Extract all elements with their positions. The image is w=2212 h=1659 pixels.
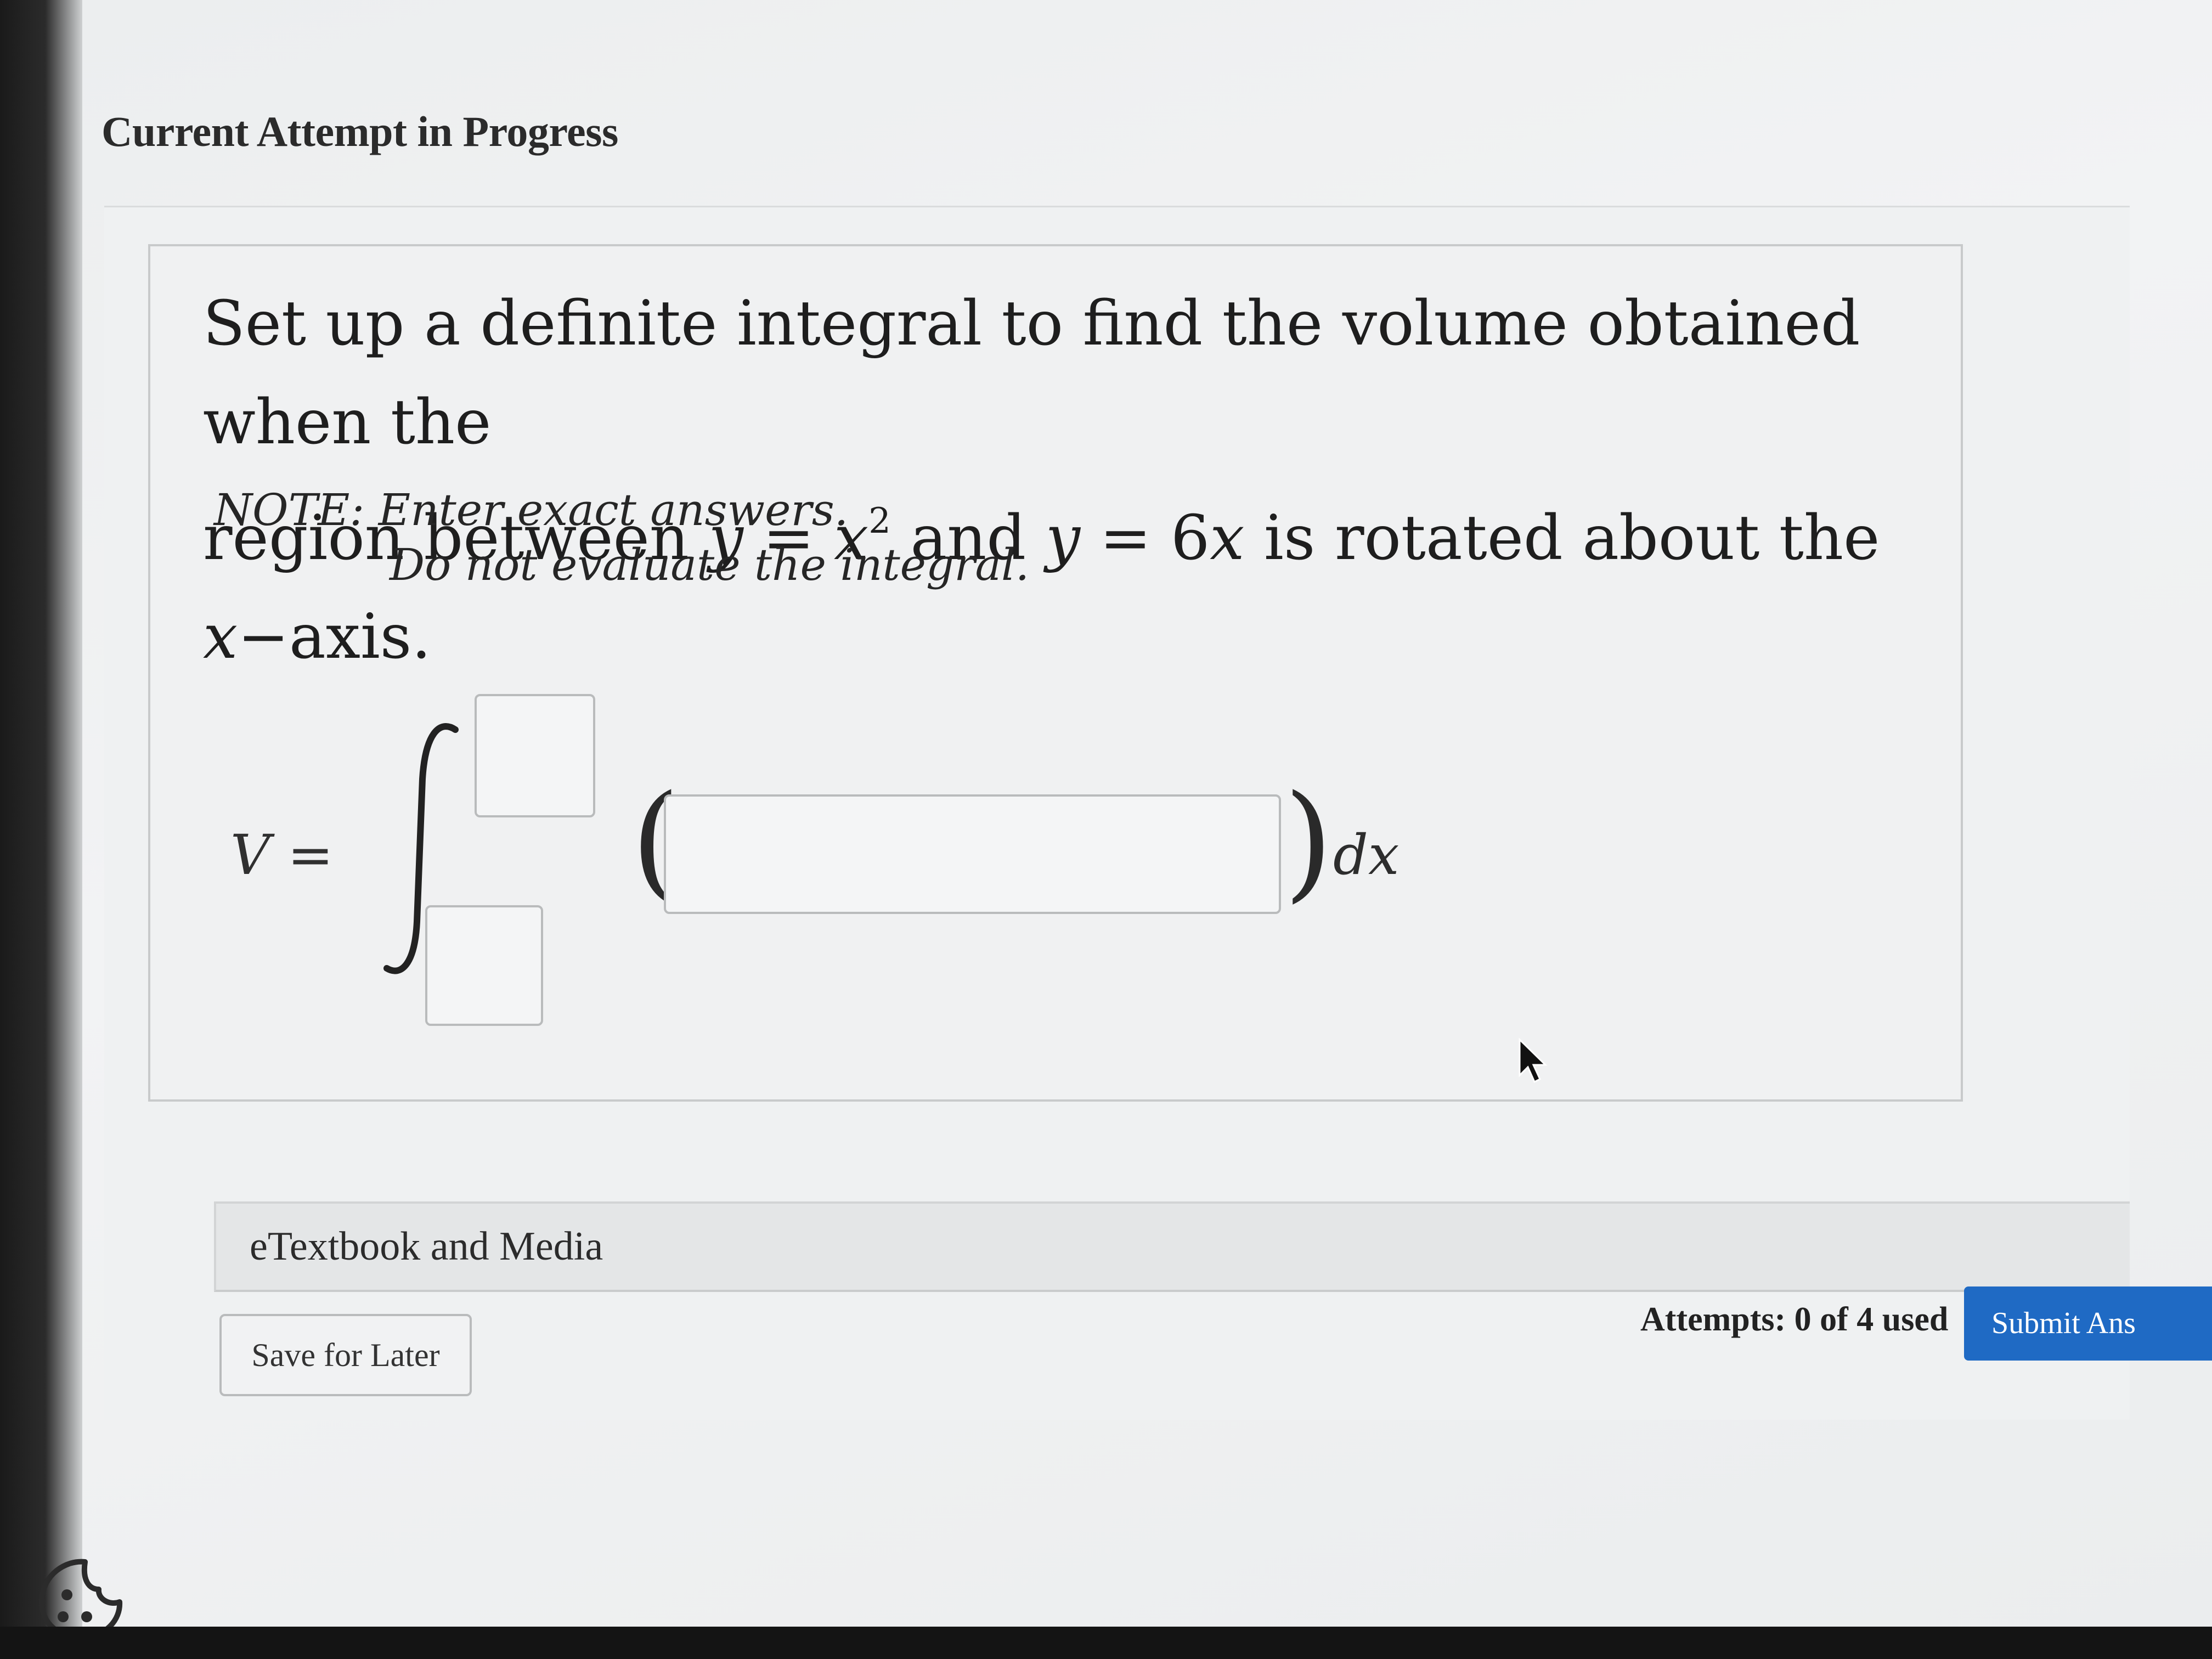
submit-answer-button[interactable]: Submit Ans <box>1964 1286 2212 1361</box>
mouse-pointer-icon <box>1519 1037 1548 1084</box>
monitor-bezel-left <box>0 0 82 1659</box>
close-paren: ) <box>1284 769 1333 915</box>
monitor-bezel-bottom <box>0 1627 2212 1659</box>
prompt-line-1: Set up a definite integral to find the v… <box>203 288 1860 458</box>
save-for-later-button[interactable]: Save for Later <box>219 1314 472 1396</box>
question-prompt: Set up a definite integral to find the v… <box>203 274 1931 686</box>
etextbook-media-label[interactable]: eTextbook and Media <box>250 1223 603 1270</box>
math-eq: = 6 <box>1080 503 1210 574</box>
note-line-2: Do not evaluate the integral. <box>390 539 1030 590</box>
note: NOTE: Enter exact answers. Do not evalua… <box>214 483 1029 592</box>
upper-limit-input[interactable] <box>475 694 595 817</box>
prompt-text: is rotated about the <box>1244 503 1880 574</box>
math-var: x <box>203 601 238 673</box>
volume-variable: V <box>230 823 270 887</box>
math-var: x <box>1210 503 1245 574</box>
volume-lhs: V = <box>230 823 334 887</box>
attempt-heading: Current Attempt in Progress <box>101 108 618 155</box>
integrand-input[interactable] <box>664 794 1281 914</box>
math-var: y <box>1045 503 1080 574</box>
prompt-text: −axis. <box>238 601 431 673</box>
attempts-counter: Attempts: 0 of 4 used <box>1640 1301 1949 1338</box>
lower-limit-input[interactable] <box>425 905 543 1026</box>
note-line-1: NOTE: Enter exact answers. <box>214 484 849 535</box>
differential: dx <box>1333 823 1400 887</box>
equals-sign: = <box>270 823 334 887</box>
